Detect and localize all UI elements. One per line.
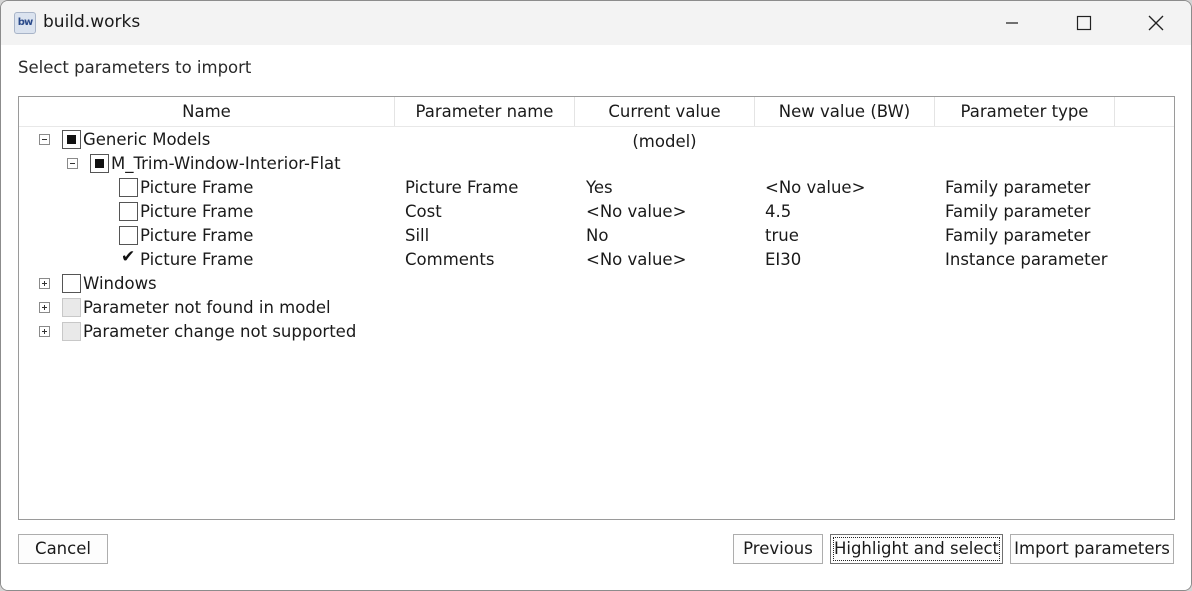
row-new-value: true <box>765 226 799 245</box>
header-parameter-name[interactable]: Parameter name <box>395 97 575 126</box>
row-checkbox[interactable] <box>119 178 138 197</box>
expand-icon[interactable] <box>39 302 50 313</box>
row-parameter-name: Cost <box>405 202 442 221</box>
checkbox-generic-models[interactable] <box>62 130 81 149</box>
table-row[interactable]: Picture Frame Sill No true Family parame… <box>19 224 1174 248</box>
close-icon <box>1148 15 1164 31</box>
row-current-value: <No value> <box>586 202 687 221</box>
previous-button[interactable]: Previous <box>733 534 823 564</box>
maximize-button[interactable] <box>1049 1 1119 45</box>
row-checkbox[interactable] <box>119 202 138 221</box>
row-new-value: EI30 <box>765 250 802 269</box>
row-parameter-type: Family parameter <box>945 178 1091 197</box>
table-row[interactable]: Picture Frame Cost <No value> 4.5 Family… <box>19 200 1174 224</box>
row-new-value: <No value> <box>765 178 866 197</box>
tree-node-generic-models[interactable]: Generic Models <box>19 128 1174 152</box>
checkbox-windows[interactable] <box>62 274 81 293</box>
node-label: Parameter change not supported <box>83 322 357 341</box>
checkbox-not-found <box>62 298 81 317</box>
collapse-icon[interactable] <box>39 134 50 145</box>
row-name: Picture Frame <box>140 250 254 269</box>
node-label: Parameter not found in model <box>83 298 331 317</box>
table-row[interactable]: ✔ Picture Frame Comments <No value> EI30… <box>19 247 1174 272</box>
tree-node-family[interactable]: M_Trim-Window-Interior-Flat <box>19 152 1174 176</box>
node-label: Generic Models <box>83 130 211 149</box>
highlight-and-select-button[interactable]: Highlight and select <box>830 534 1003 564</box>
row-parameter-type: Family parameter <box>945 226 1091 245</box>
collapse-icon[interactable] <box>67 158 78 169</box>
maximize-icon <box>1076 15 1092 31</box>
checkmark-icon: ✔ <box>121 247 136 267</box>
table-row[interactable]: Picture Frame Picture Frame Yes <No valu… <box>19 176 1174 200</box>
minimize-icon <box>1006 22 1018 24</box>
header-parameter-type[interactable]: Parameter type <box>935 97 1115 126</box>
expand-icon[interactable] <box>39 326 50 337</box>
row-parameter-name: Comments <box>405 250 495 269</box>
header-new-value[interactable]: New value (BW) <box>755 97 935 126</box>
app-icon: bw <box>14 12 36 34</box>
row-name: Picture Frame <box>140 226 254 245</box>
title-bar[interactable]: bw build.works <box>1 1 1191 45</box>
dialog-content: Select parameters to import Name Paramet… <box>1 45 1191 590</box>
tree-node-not-found[interactable]: Parameter not found in model <box>19 296 1174 320</box>
tree-node-not-supported[interactable]: Parameter change not supported <box>19 320 1174 344</box>
row-parameter-name: Sill <box>405 226 430 245</box>
prompt-label: Select parameters to import <box>18 58 252 77</box>
parameter-tree[interactable]: Name Parameter name Current value (model… <box>18 96 1175 520</box>
minimize-button[interactable] <box>977 1 1047 45</box>
row-name: Picture Frame <box>140 178 254 197</box>
header-name[interactable]: Name <box>19 97 395 126</box>
expand-icon[interactable] <box>39 278 50 289</box>
column-headers: Name Parameter name Current value (model… <box>19 97 1174 151</box>
cancel-button[interactable]: Cancel <box>18 534 108 564</box>
row-parameter-type: Family parameter <box>945 202 1091 221</box>
checkbox-not-supported <box>62 322 81 341</box>
row-current-value: No <box>586 226 609 245</box>
row-name: Picture Frame <box>140 202 254 221</box>
row-current-value: Yes <box>586 178 613 197</box>
tree-node-windows[interactable]: Windows <box>19 272 1174 296</box>
import-parameters-button[interactable]: Import parameters <box>1010 534 1174 564</box>
checkbox-family[interactable] <box>90 154 109 173</box>
row-checkbox[interactable] <box>119 226 138 245</box>
window-title: build.works <box>43 12 141 32</box>
row-checkbox[interactable]: ✔ <box>119 247 138 269</box>
header-current-value[interactable]: Current value (model) <box>575 97 755 151</box>
row-new-value: 4.5 <box>765 202 792 221</box>
node-label: M_Trim-Window-Interior-Flat <box>111 154 341 173</box>
row-parameter-name: Picture Frame <box>405 178 519 197</box>
row-parameter-type: Instance parameter <box>945 250 1108 269</box>
dialog-window: bw build.works Select parameters to impo… <box>0 0 1192 591</box>
node-label: Windows <box>83 274 157 293</box>
close-button[interactable] <box>1121 1 1191 45</box>
row-current-value: <No value> <box>586 250 687 269</box>
